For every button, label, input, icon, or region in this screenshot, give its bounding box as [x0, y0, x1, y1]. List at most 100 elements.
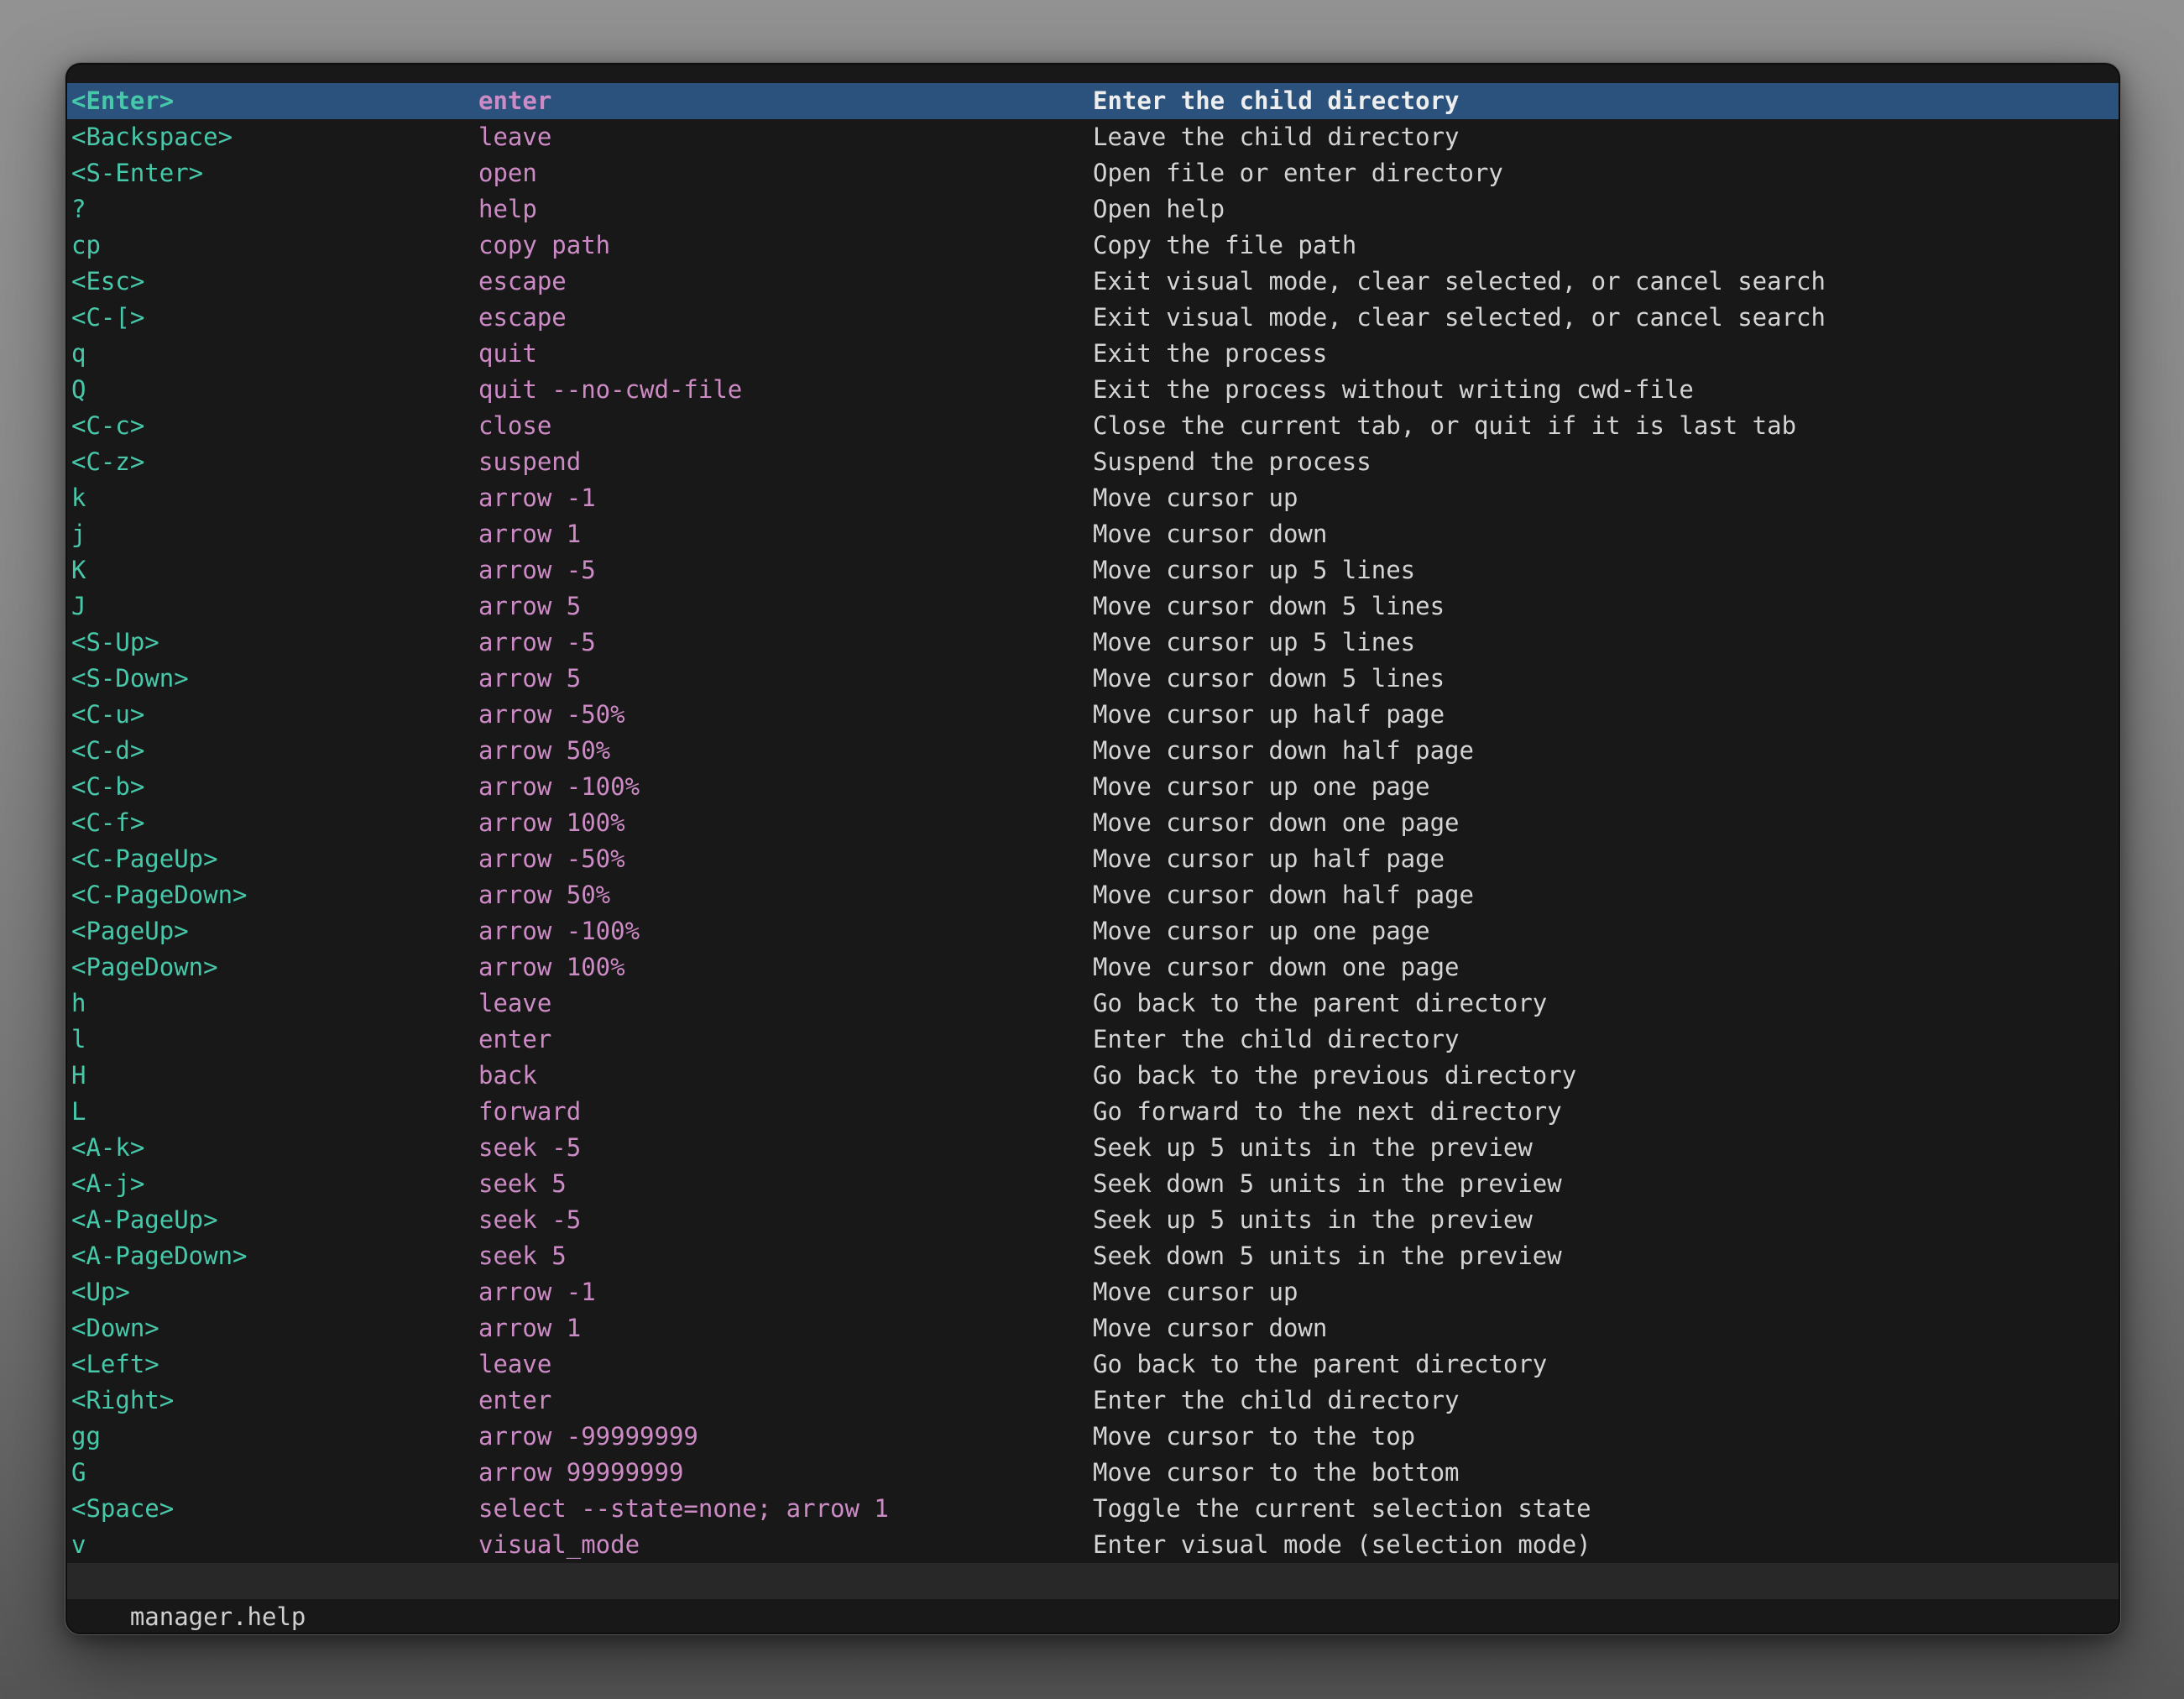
description-cell: Exit visual mode, clear selected, or can… — [1093, 300, 2119, 336]
keybinding-row[interactable]: <Up>arrow -1Move cursor up — [67, 1274, 2119, 1310]
keybinding-row[interactable]: Qquit --no-cwd-fileExit the process with… — [67, 372, 2119, 408]
keybinding-row[interactable]: qquitExit the process — [67, 336, 2119, 372]
keybinding-row[interactable]: karrow -1Move cursor up — [67, 480, 2119, 516]
command-cell: arrow -5 — [478, 552, 1093, 588]
keybinding-row[interactable]: <C-f>arrow 100%Move cursor down one page — [67, 805, 2119, 841]
keybinding-row[interactable]: <Right>enterEnter the child directory — [67, 1383, 2119, 1419]
key-cell: <Space> — [71, 1491, 478, 1527]
description-cell: Enter the child directory — [1093, 83, 2119, 119]
keybinding-row[interactable]: lenterEnter the child directory — [67, 1022, 2119, 1058]
keybinding-row[interactable]: <Esc>escapeExit visual mode, clear selec… — [67, 264, 2119, 300]
command-cell: leave — [478, 985, 1093, 1022]
description-cell: Open help — [1093, 191, 2119, 227]
description-cell: Enter visual mode (selection mode) — [1093, 1527, 2119, 1563]
key-cell: <Esc> — [71, 264, 478, 300]
description-cell: Move cursor down half page — [1093, 733, 2119, 769]
description-cell: Close the current tab, or quit if it is … — [1093, 408, 2119, 444]
key-cell: <S-Down> — [71, 661, 478, 697]
command-cell: seek -5 — [478, 1202, 1093, 1238]
description-cell: Move cursor up half page — [1093, 697, 2119, 733]
keybinding-row[interactable]: Karrow -5Move cursor up 5 lines — [67, 552, 2119, 588]
keybinding-row[interactable]: <Down>arrow 1Move cursor down — [67, 1310, 2119, 1346]
command-cell: enter — [478, 1022, 1093, 1058]
command-cell: help — [478, 191, 1093, 227]
command-cell: suspend — [478, 444, 1093, 480]
description-cell: Move cursor up — [1093, 480, 2119, 516]
command-cell: arrow -50% — [478, 841, 1093, 877]
key-cell: <C-f> — [71, 805, 478, 841]
keybinding-row[interactable]: <C-c>closeClose the current tab, or quit… — [67, 408, 2119, 444]
description-cell: Open file or enter directory — [1093, 155, 2119, 191]
key-cell: ? — [71, 191, 478, 227]
keybinding-row[interactable]: LforwardGo forward to the next directory — [67, 1094, 2119, 1130]
keybinding-row[interactable]: hleaveGo back to the parent directory — [67, 985, 2119, 1022]
description-cell: Move cursor up one page — [1093, 769, 2119, 805]
key-cell: Q — [71, 372, 478, 408]
description-cell: Go forward to the next directory — [1093, 1094, 2119, 1130]
keybinding-row[interactable]: <C-d>arrow 50%Move cursor down half page — [67, 733, 2119, 769]
keybinding-row[interactable]: vvisual_modeEnter visual mode (selection… — [67, 1527, 2119, 1563]
keybinding-row[interactable]: Jarrow 5Move cursor down 5 lines — [67, 588, 2119, 625]
keybinding-row[interactable]: <C-u>arrow -50%Move cursor up half page — [67, 697, 2119, 733]
description-cell: Go back to the parent directory — [1093, 1346, 2119, 1383]
keybinding-row[interactable]: <C-[>escapeExit visual mode, clear selec… — [67, 300, 2119, 336]
description-cell: Enter the child directory — [1093, 1383, 2119, 1419]
key-cell: <A-PageUp> — [71, 1202, 478, 1238]
key-cell: l — [71, 1022, 478, 1058]
command-cell: quit --no-cwd-file — [478, 372, 1093, 408]
keybinding-row[interactable]: <Left>leaveGo back to the parent directo… — [67, 1346, 2119, 1383]
description-cell: Move cursor up 5 lines — [1093, 625, 2119, 661]
keybinding-row[interactable]: ggarrow -99999999Move cursor to the top — [67, 1419, 2119, 1455]
command-cell: arrow 50% — [478, 733, 1093, 769]
keybinding-list: <Enter>enterEnter the child directory<Ba… — [67, 65, 2119, 1563]
keybinding-row[interactable]: <C-PageDown>arrow 50%Move cursor down ha… — [67, 877, 2119, 913]
keybinding-row[interactable]: <Space>select --state=none; arrow 1Toggl… — [67, 1491, 2119, 1527]
description-cell: Go back to the previous directory — [1093, 1058, 2119, 1094]
keybinding-row[interactable]: <A-PageUp>seek -5Seek up 5 units in the … — [67, 1202, 2119, 1238]
command-cell: quit — [478, 336, 1093, 372]
keybinding-row[interactable]: <PageUp>arrow -100%Move cursor up one pa… — [67, 913, 2119, 949]
keybinding-row[interactable]: <A-k>seek -5Seek up 5 units in the previ… — [67, 1130, 2119, 1166]
key-cell: <Backspace> — [71, 119, 478, 155]
description-cell: Leave the child directory — [1093, 119, 2119, 155]
keybinding-row[interactable]: <S-Enter>openOpen file or enter director… — [67, 155, 2119, 191]
description-cell: Move cursor up 5 lines — [1093, 552, 2119, 588]
key-cell: <Down> — [71, 1310, 478, 1346]
keybinding-row[interactable]: ?helpOpen help — [67, 191, 2119, 227]
key-cell: gg — [71, 1419, 478, 1455]
command-cell: arrow 5 — [478, 588, 1093, 625]
keybinding-row[interactable]: <C-PageUp>arrow -50%Move cursor up half … — [67, 841, 2119, 877]
command-cell: arrow 1 — [478, 516, 1093, 552]
keybinding-row[interactable]: <S-Down>arrow 5Move cursor down 5 lines — [67, 661, 2119, 697]
description-cell: Move cursor down half page — [1093, 877, 2119, 913]
keybinding-row[interactable]: <Enter>enterEnter the child directory — [67, 83, 2119, 119]
key-cell: <Right> — [71, 1383, 478, 1419]
description-cell: Seek up 5 units in the preview — [1093, 1130, 2119, 1166]
key-cell: <A-PageDown> — [71, 1238, 478, 1274]
keybinding-row[interactable]: <S-Up>arrow -5Move cursor up 5 lines — [67, 625, 2119, 661]
keybinding-row[interactable]: cpcopy pathCopy the file path — [67, 227, 2119, 264]
command-cell: seek -5 — [478, 1130, 1093, 1166]
command-cell: arrow -50% — [478, 697, 1093, 733]
command-cell: forward — [478, 1094, 1093, 1130]
keybinding-row[interactable]: <Backspace>leaveLeave the child director… — [67, 119, 2119, 155]
key-cell: <C-[> — [71, 300, 478, 336]
keybinding-row[interactable]: <PageDown>arrow 100%Move cursor down one… — [67, 949, 2119, 985]
keybinding-row[interactable]: jarrow 1Move cursor down — [67, 516, 2119, 552]
keybinding-row[interactable]: Garrow 99999999Move cursor to the bottom — [67, 1455, 2119, 1491]
keybinding-row[interactable]: <C-b>arrow -100%Move cursor up one page — [67, 769, 2119, 805]
description-cell: Move cursor down — [1093, 1310, 2119, 1346]
key-cell: <Left> — [71, 1346, 478, 1383]
key-cell: <PageDown> — [71, 949, 478, 985]
description-cell: Move cursor down one page — [1093, 805, 2119, 841]
key-cell: k — [71, 480, 478, 516]
keybinding-row[interactable]: <C-z>suspendSuspend the process — [67, 444, 2119, 480]
keybinding-row[interactable]: HbackGo back to the previous directory — [67, 1058, 2119, 1094]
description-cell: Toggle the current selection state — [1093, 1491, 2119, 1527]
keybinding-row[interactable]: <A-j>seek 5Seek down 5 units in the prev… — [67, 1166, 2119, 1202]
keybinding-row[interactable]: <A-PageDown>seek 5Seek down 5 units in t… — [67, 1238, 2119, 1274]
description-cell: Copy the file path — [1093, 227, 2119, 264]
description-cell: Seek up 5 units in the preview — [1093, 1202, 2119, 1238]
key-cell: J — [71, 588, 478, 625]
key-cell: <C-z> — [71, 444, 478, 480]
